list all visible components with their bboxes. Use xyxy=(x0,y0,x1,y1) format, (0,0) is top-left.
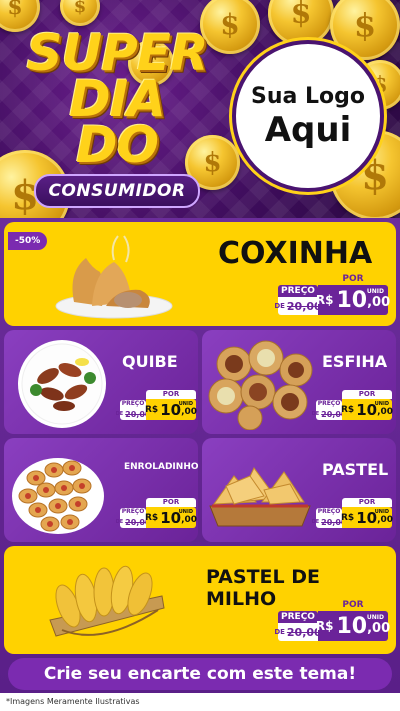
price-from-label: PREÇO xyxy=(278,611,318,623)
price-cents: ,00 xyxy=(367,621,391,636)
cta-banner[interactable]: Crie seu encarte com este tema! xyxy=(8,658,392,690)
unit-label: UNID xyxy=(178,509,193,515)
product-card-coxinha[interactable]: COXINHA PREÇO DE 20,00 POR UNID R$ 10 ,00 xyxy=(4,222,396,326)
price-cents: ,00 xyxy=(181,515,198,525)
price-int: 10 xyxy=(336,613,368,639)
product-name: ESFIHA xyxy=(322,352,388,371)
current-price: UNID R$ 10 ,00 xyxy=(340,507,394,528)
price-from-prefix: DE xyxy=(311,519,320,525)
pastel-de-milho-image xyxy=(49,565,165,637)
product-card-esfiha[interactable]: ESFIHA PREÇO DE 20,00 POR UNID R$ 10 ,00 xyxy=(202,330,396,434)
flyer: $ $ $ $ $ $ $ $ $ $ SUPER DIA DO CONSUMI… xyxy=(0,0,400,711)
price-from-prefix: DE xyxy=(274,628,285,636)
product-card-enroladinho[interactable]: ENROLADINHO PREÇO DE 20,00 POR UNID R$ 10… xyxy=(4,438,198,542)
product-card-quibe[interactable]: QUIBE PREÇO DE 20,00 POR UNID R$ 10 ,00 xyxy=(4,330,198,434)
price-tag: PREÇO DE 20,00 POR UNID R$ 10 ,00 xyxy=(116,498,198,528)
coin-icon: $ xyxy=(268,0,334,46)
logo-placeholder[interactable]: Sua Logo Aqui xyxy=(232,40,384,192)
price-now-label: POR xyxy=(318,600,388,611)
price-int: 10 xyxy=(336,287,368,313)
current-price: UNID R$ 10 ,00 xyxy=(144,399,198,420)
product-card-pastel-de-milho[interactable]: PASTEL DE MILHO PREÇO DE 20,00 POR UNID R… xyxy=(4,546,396,654)
headline-line-2: DIA DO xyxy=(69,70,166,174)
price-now-label: POR xyxy=(146,498,196,507)
product-name: QUIBE xyxy=(122,352,178,371)
price-cents: ,00 xyxy=(377,515,394,525)
price-now-label: POR xyxy=(318,274,388,285)
price-from-prefix: DE xyxy=(311,411,320,417)
price-from-label: PREÇO xyxy=(316,400,342,408)
price-from-label: PREÇO xyxy=(316,508,342,516)
price-now-label: POR xyxy=(342,390,392,399)
esfiha-image xyxy=(208,340,313,430)
price-cents: ,00 xyxy=(367,295,391,310)
disclaimer: *Imagens Meramente Ilustrativas xyxy=(6,697,140,706)
currency: R$ xyxy=(144,404,159,415)
price-tag: PREÇO DE 20,00 POR UNID R$ 10 ,00 xyxy=(274,600,391,641)
unit-label: UNID xyxy=(374,401,389,407)
current-price: UNID R$ 10 ,00 xyxy=(315,285,391,315)
product-name: COXINHA xyxy=(218,236,373,271)
price-from-label: PREÇO xyxy=(278,285,318,297)
quibe-image xyxy=(18,340,106,428)
headline: SUPER DIA DO CONSUMIDOR xyxy=(22,28,212,208)
price-tag: PREÇO DE 20,00 POR UNID R$ 10 ,00 xyxy=(116,390,198,420)
logo-text-line-2: Aqui xyxy=(264,110,352,150)
current-price: UNID R$ 10 ,00 xyxy=(144,507,198,528)
price-tag: PREÇO DE 20,00 POR UNID R$ 10 ,00 xyxy=(312,390,394,420)
currency: R$ xyxy=(340,512,355,523)
price-from-prefix: DE xyxy=(115,519,124,525)
enroladinho-image xyxy=(12,458,104,534)
header-banner: $ $ $ $ $ $ $ $ $ $ SUPER DIA DO CONSUMI… xyxy=(0,0,400,218)
product-name: ENROLADINHO xyxy=(124,462,198,472)
discount-badge: -50% xyxy=(8,232,48,250)
product-name: PASTEL xyxy=(322,460,389,479)
currency: R$ xyxy=(144,512,159,523)
price-from-prefix: DE xyxy=(274,302,285,310)
price-cents: ,00 xyxy=(377,407,394,417)
price-tag: PREÇO DE 20,00 POR UNID R$ 10 ,00 xyxy=(274,274,391,315)
unit-label: UNID xyxy=(366,288,384,295)
price-from-label: PREÇO xyxy=(120,508,146,516)
price-now-label: POR xyxy=(342,498,392,507)
footer: *Imagens Meramente Ilustrativas xyxy=(0,693,400,711)
currency: R$ xyxy=(315,619,334,633)
coin-icon: $ xyxy=(60,0,100,26)
pastel-image xyxy=(209,467,311,527)
price-tag: PREÇO DE 20,00 POR UNID R$ 10 ,00 xyxy=(312,498,394,528)
unit-label: UNID xyxy=(366,614,384,621)
price-from-prefix: DE xyxy=(115,411,124,417)
unit-label: UNID xyxy=(178,401,193,407)
current-price: UNID R$ 10 ,00 xyxy=(315,611,391,641)
current-price: UNID R$ 10 ,00 xyxy=(340,399,394,420)
price-cents: ,00 xyxy=(181,407,198,417)
price-from-label: PREÇO xyxy=(120,400,146,408)
price-now-label: POR xyxy=(146,390,196,399)
unit-label: UNID xyxy=(374,509,389,515)
logo-text-line-1: Sua Logo xyxy=(250,84,365,109)
coxinha-image xyxy=(55,235,173,319)
currency: R$ xyxy=(340,404,355,415)
headline-badge: CONSUMIDOR xyxy=(34,174,200,208)
currency: R$ xyxy=(315,293,334,307)
product-card-pastel[interactable]: PASTEL PREÇO DE 20,00 POR UNID R$ 10 ,00 xyxy=(202,438,396,542)
